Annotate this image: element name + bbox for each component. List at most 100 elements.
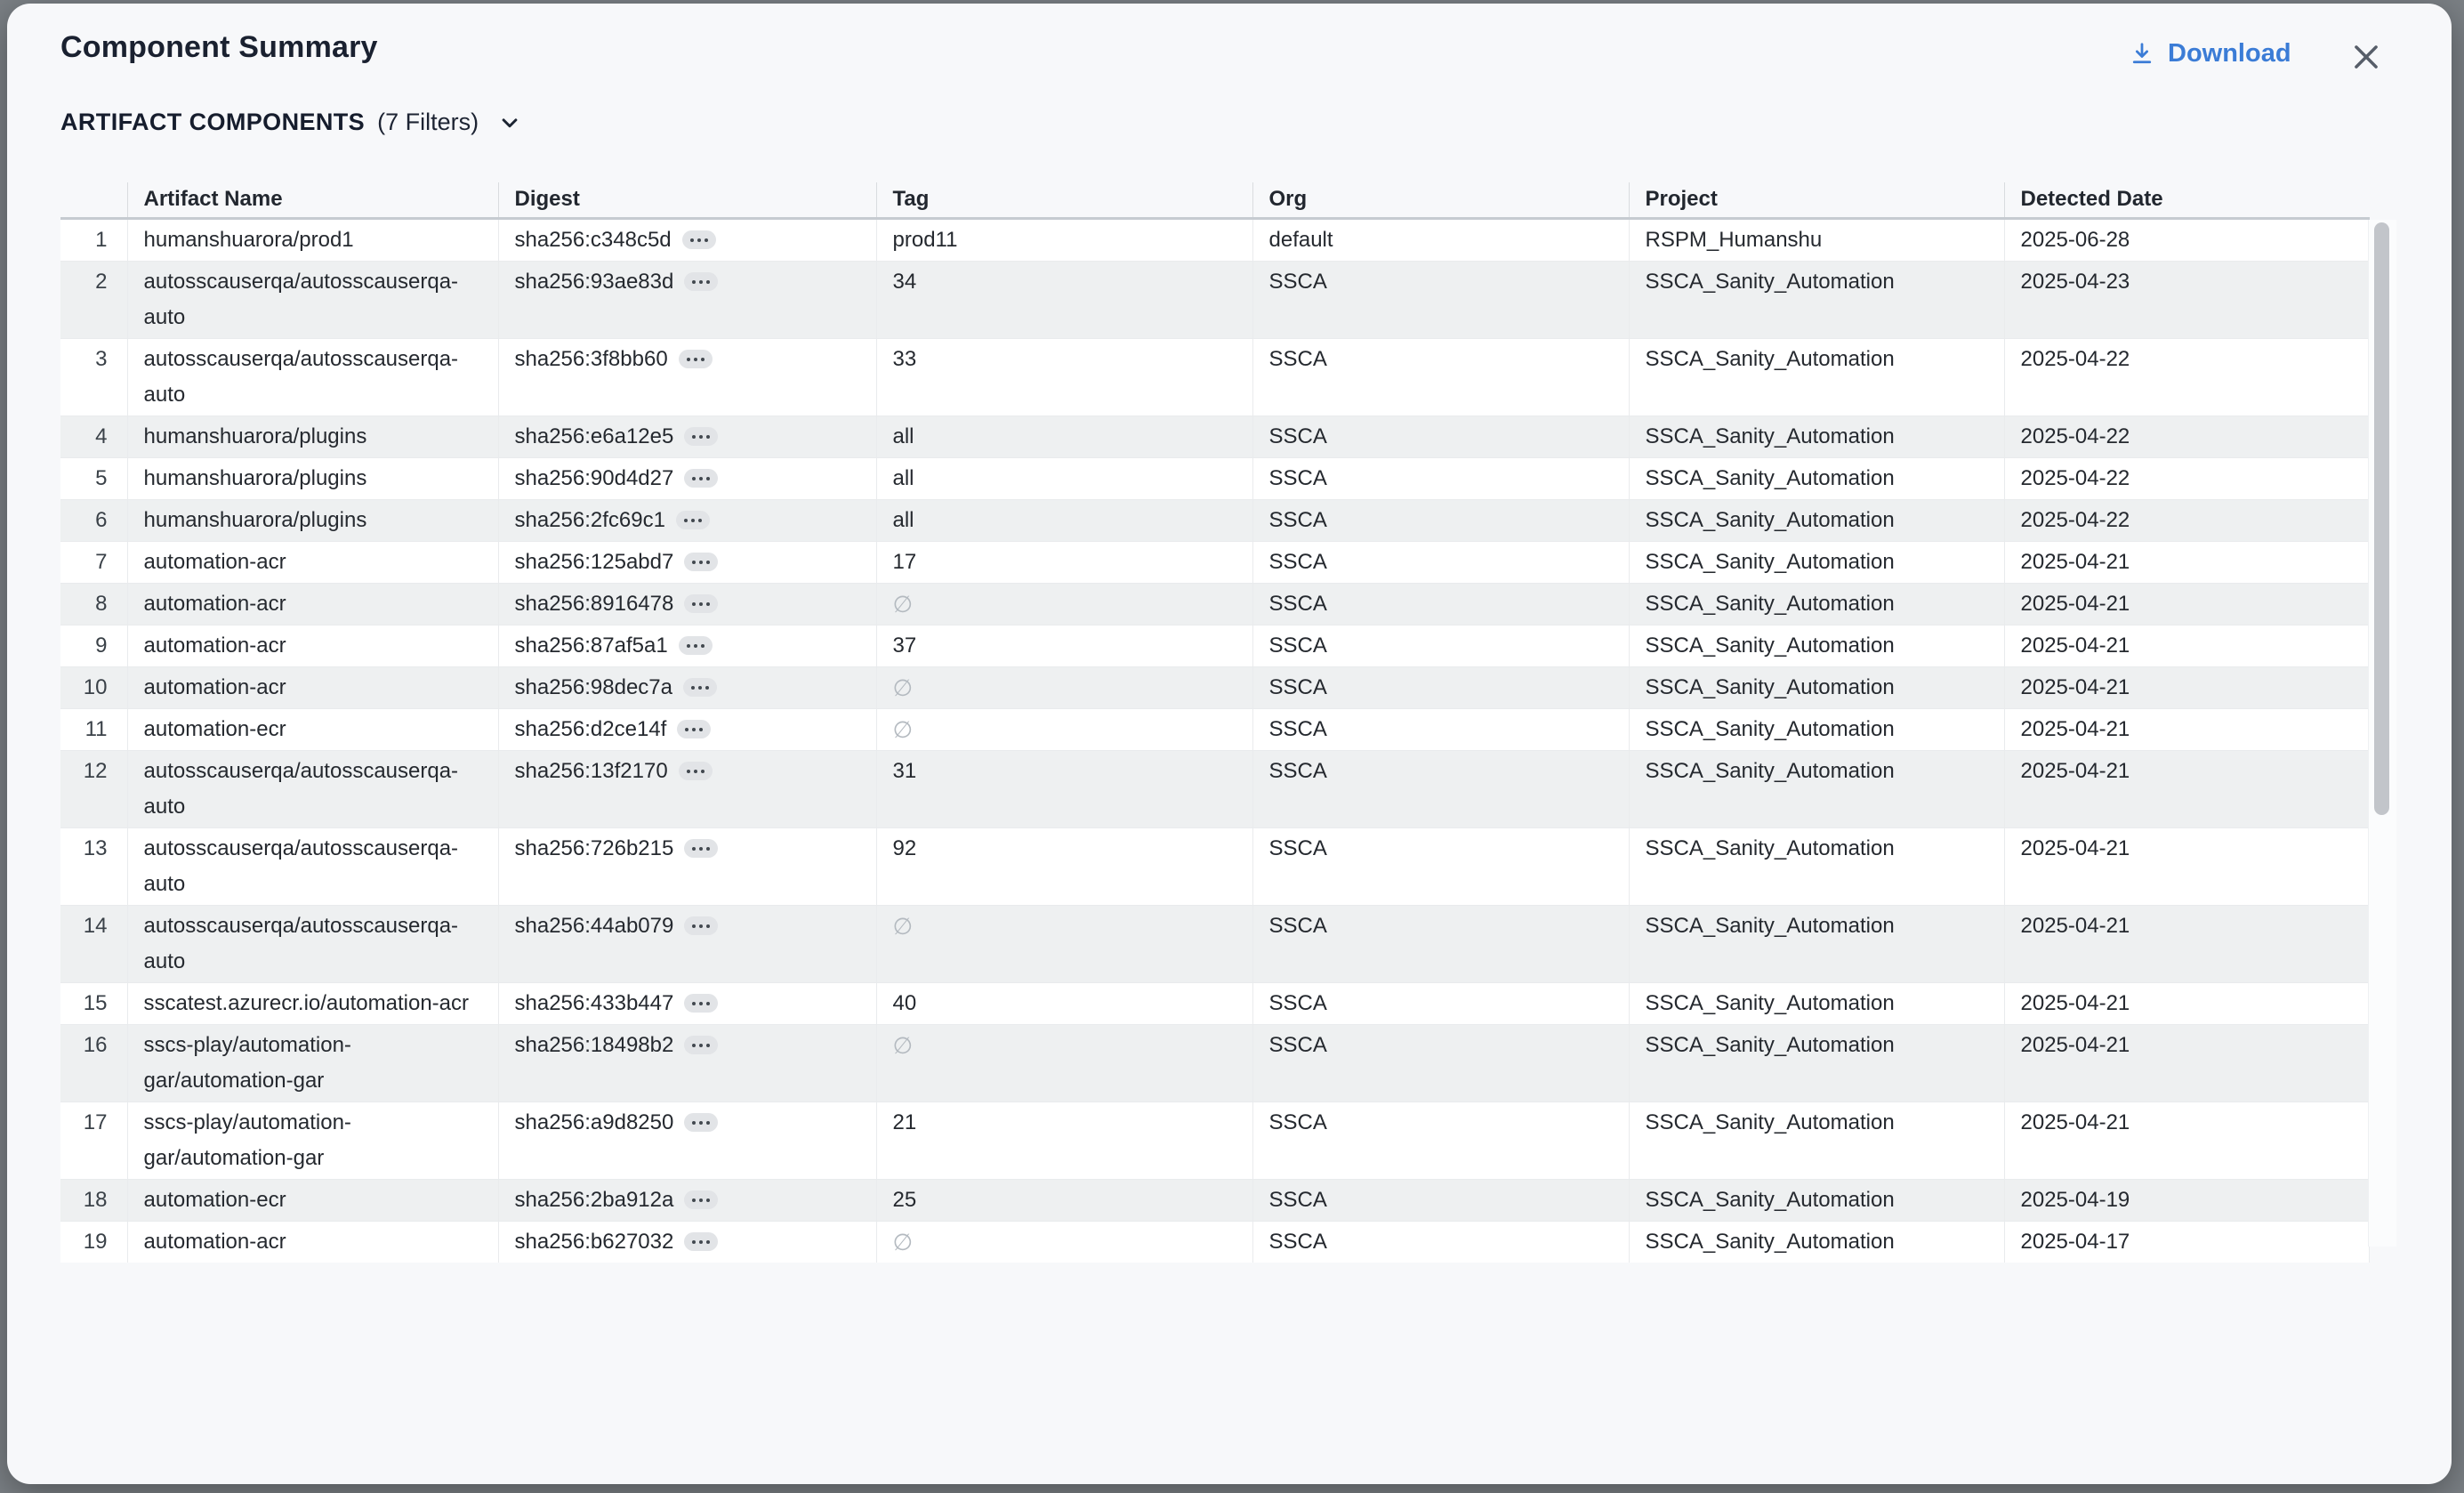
table-header: Artifact Name Digest Tag Org Project Det…: [60, 182, 2369, 218]
cell-digest: sha256:98dec7a: [498, 666, 876, 708]
digest-overflow-pill[interactable]: [679, 762, 713, 780]
table-row: 11 automation-ecr sha256:d2ce14f ∅ SSCA …: [60, 708, 2369, 750]
cell-org: SSCA: [1252, 708, 1629, 750]
row-index: 17: [60, 1102, 127, 1179]
digest-overflow-pill[interactable]: [684, 916, 718, 935]
digest-value: sha256:c348c5d: [515, 222, 672, 258]
digest-overflow-pill[interactable]: [684, 839, 718, 858]
cell-detected-date: 2025-04-21: [2004, 982, 2369, 1024]
cell-org: SSCA: [1252, 457, 1629, 499]
cell-detected-date: 2025-04-21: [2004, 1024, 2369, 1102]
digest-overflow-pill[interactable]: [683, 678, 717, 697]
cell-artifact-name: autosscauserqa/autosscauserqa-auto: [127, 827, 498, 905]
collapse-section-button[interactable]: [496, 109, 523, 136]
cell-org: SSCA: [1252, 541, 1629, 583]
cell-artifact-name: humanshuarora/prod1: [127, 218, 498, 261]
download-button[interactable]: Download: [2129, 39, 2291, 69]
cell-org: SSCA: [1252, 1221, 1629, 1263]
cell-org: SSCA: [1252, 1102, 1629, 1179]
row-index: 19: [60, 1221, 127, 1263]
digest-overflow-pill[interactable]: [684, 427, 718, 446]
cell-tag: 21: [876, 1102, 1252, 1179]
digest-value: sha256:93ae83d: [515, 264, 674, 300]
cell-org: SSCA: [1252, 827, 1629, 905]
cell-artifact-name: automation-ecr: [127, 1179, 498, 1221]
digest-overflow-pill[interactable]: [676, 511, 710, 529]
digest-overflow-pill[interactable]: [684, 994, 718, 1013]
cell-artifact-name: autosscauserqa/autosscauserqa-auto: [127, 750, 498, 827]
table-row: 7 automation-acr sha256:125abd7 17 SSCA …: [60, 541, 2369, 583]
cell-project: SSCA_Sanity_Automation: [1629, 1179, 2004, 1221]
cell-detected-date: 2025-06-28: [2004, 218, 2369, 261]
digest-overflow-pill[interactable]: [684, 553, 718, 571]
cell-tag: ∅: [876, 1221, 1252, 1263]
digest-overflow-pill[interactable]: [684, 1232, 718, 1251]
digest-overflow-pill[interactable]: [684, 1036, 718, 1054]
close-button[interactable]: [2345, 36, 2388, 78]
digest-overflow-pill[interactable]: [682, 230, 716, 249]
cell-artifact-name: humanshuarora/plugins: [127, 499, 498, 541]
row-index: 15: [60, 982, 127, 1024]
digest-overflow-pill[interactable]: [684, 272, 718, 291]
digest-value: sha256:433b447: [515, 986, 674, 1021]
close-icon: [2349, 40, 2383, 74]
cell-org: SSCA: [1252, 338, 1629, 416]
digest-overflow-pill[interactable]: [684, 1113, 718, 1132]
digest-value: sha256:3f8bb60: [515, 342, 668, 377]
cell-digest: sha256:c348c5d: [498, 218, 876, 261]
page-title: Component Summary: [60, 30, 378, 65]
table-row: 18 automation-ecr sha256:2ba912a 25 SSCA…: [60, 1179, 2369, 1221]
cell-detected-date: 2025-04-21: [2004, 708, 2369, 750]
digest-overflow-pill[interactable]: [677, 720, 711, 738]
digest-value: sha256:2fc69c1: [515, 503, 665, 538]
digest-overflow-pill[interactable]: [684, 469, 718, 488]
download-icon: [2129, 41, 2155, 68]
row-index: 11: [60, 708, 127, 750]
scrollbar-thumb[interactable]: [2374, 222, 2389, 815]
digest-value: sha256:b627032: [515, 1224, 674, 1260]
cell-tag: all: [876, 499, 1252, 541]
row-index: 1: [60, 218, 127, 261]
digest-overflow-pill[interactable]: [679, 636, 713, 655]
cell-tag: 31: [876, 750, 1252, 827]
cell-detected-date: 2025-04-21: [2004, 625, 2369, 666]
cell-detected-date: 2025-04-23: [2004, 261, 2369, 338]
cell-tag: 92: [876, 827, 1252, 905]
digest-value: sha256:44ab079: [515, 908, 674, 944]
cell-project: SSCA_Sanity_Automation: [1629, 750, 2004, 827]
cell-project: SSCA_Sanity_Automation: [1629, 416, 2004, 457]
digest-overflow-pill[interactable]: [684, 594, 718, 613]
cell-tag: prod11: [876, 218, 1252, 261]
column-header-index: [60, 182, 127, 218]
digest-overflow-pill[interactable]: [684, 1190, 718, 1209]
digest-value: sha256:d2ce14f: [515, 712, 667, 747]
cell-artifact-name: sscs-play/automation-gar/automation-gar: [127, 1102, 498, 1179]
row-index: 13: [60, 827, 127, 905]
column-header-org: Org: [1252, 182, 1629, 218]
digest-overflow-pill[interactable]: [679, 350, 713, 368]
table-body: 1 humanshuarora/prod1 sha256:c348c5d pro…: [60, 218, 2369, 1263]
cell-digest: sha256:726b215: [498, 827, 876, 905]
table-row: 16 sscs-play/automation-gar/automation-g…: [60, 1024, 2369, 1102]
table-row: 12 autosscauserqa/autosscauserqa-auto sh…: [60, 750, 2369, 827]
cell-detected-date: 2025-04-21: [2004, 666, 2369, 708]
cell-digest: sha256:e6a12e5: [498, 416, 876, 457]
cell-org: SSCA: [1252, 666, 1629, 708]
cell-detected-date: 2025-04-21: [2004, 1102, 2369, 1179]
cell-project: SSCA_Sanity_Automation: [1629, 1024, 2004, 1102]
cell-artifact-name: sscatest.azurecr.io/automation-acr: [127, 982, 498, 1024]
table-vertical-scrollbar[interactable]: [2368, 220, 2396, 1247]
digest-value: sha256:98dec7a: [515, 670, 673, 706]
table-row: 5 humanshuarora/plugins sha256:90d4d27 a…: [60, 457, 2369, 499]
cell-org: SSCA: [1252, 1179, 1629, 1221]
digest-value: sha256:90d4d27: [515, 461, 674, 496]
table-row: 10 automation-acr sha256:98dec7a ∅ SSCA …: [60, 666, 2369, 708]
cell-detected-date: 2025-04-21: [2004, 905, 2369, 982]
cell-detected-date: 2025-04-21: [2004, 583, 2369, 625]
digest-value: sha256:a9d8250: [515, 1105, 674, 1141]
cell-tag: 25: [876, 1179, 1252, 1221]
cell-tag: ∅: [876, 583, 1252, 625]
cell-detected-date: 2025-04-22: [2004, 457, 2369, 499]
cell-detected-date: 2025-04-22: [2004, 499, 2369, 541]
cell-digest: sha256:d2ce14f: [498, 708, 876, 750]
